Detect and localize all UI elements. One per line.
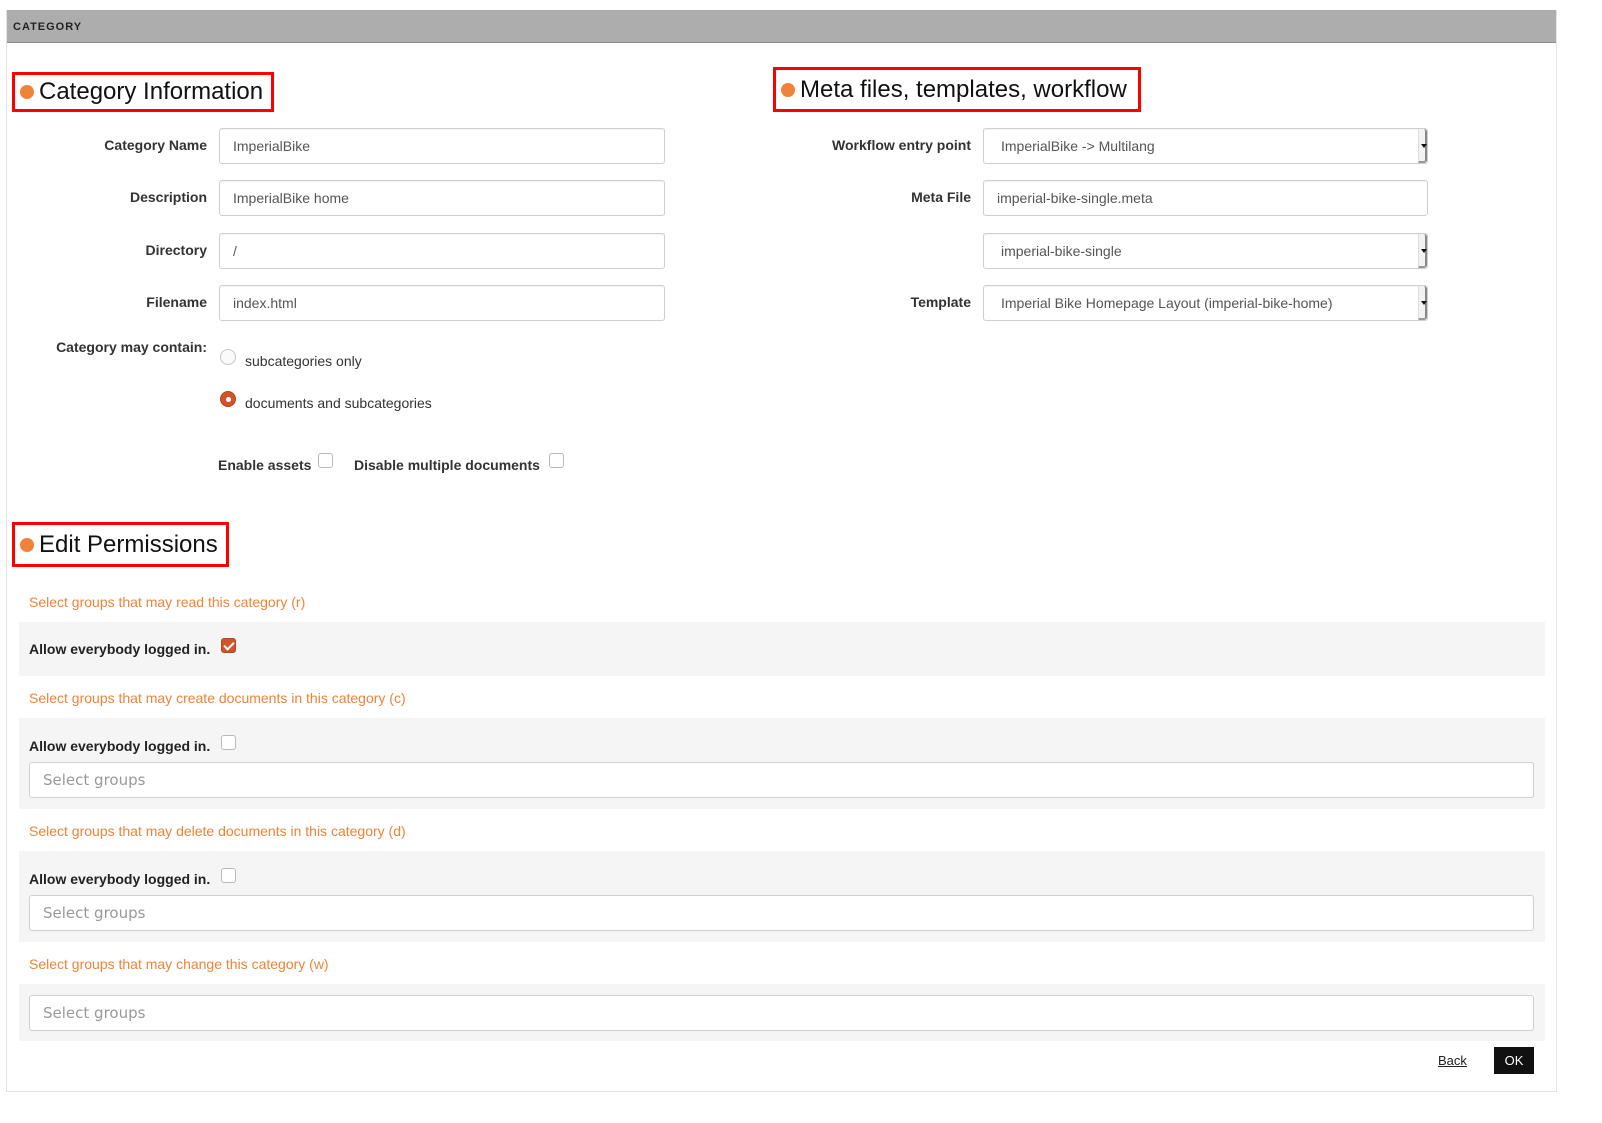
create-permission-box: Allow everybody logged in. Select groups bbox=[19, 718, 1545, 809]
directory-value: / bbox=[233, 243, 237, 259]
change-permission-title: Select groups that may change this categ… bbox=[29, 956, 329, 972]
meta-file-select[interactable]: imperial-bike-single bbox=[983, 233, 1428, 269]
directory-input[interactable]: / bbox=[219, 233, 665, 269]
meta-file-value: imperial-bike-single.meta bbox=[997, 190, 1153, 206]
delete-allow-everybody-checkbox[interactable] bbox=[221, 868, 236, 883]
read-allow-everybody-label: Allow everybody logged in. bbox=[29, 641, 211, 657]
workflow-entry-point-label: Workflow entry point bbox=[832, 137, 971, 153]
workflow-entry-point-select[interactable]: ImperialBike -> Multilang bbox=[983, 128, 1428, 164]
template-select[interactable]: Imperial Bike Homepage Layout (imperial-… bbox=[983, 285, 1428, 321]
category-name-input[interactable]: ImperialBike bbox=[219, 128, 665, 164]
description-value: ImperialBike home bbox=[233, 190, 349, 206]
enable-assets-checkbox[interactable] bbox=[318, 453, 333, 468]
template-value: Imperial Bike Homepage Layout (imperial-… bbox=[1001, 295, 1333, 311]
bullet-icon bbox=[20, 537, 34, 552]
disable-multiple-documents-label: Disable multiple documents bbox=[354, 457, 540, 473]
ok-button[interactable]: OK bbox=[1494, 1047, 1534, 1074]
panel-header: CATEGORY bbox=[7, 10, 1556, 43]
section-title: Meta files, templates, workflow bbox=[800, 75, 1127, 103]
create-select-groups-input[interactable]: Select groups bbox=[29, 762, 1534, 798]
radio-documents-and-subcategories[interactable] bbox=[220, 391, 236, 407]
dropdown-arrow-icon bbox=[1418, 286, 1427, 320]
meta-file-label: Meta File bbox=[911, 189, 971, 205]
category-name-label: Category Name bbox=[104, 137, 207, 153]
change-permission-box: Select groups bbox=[19, 984, 1545, 1041]
section-title: Category Information bbox=[39, 78, 264, 105]
delete-allow-everybody-label: Allow everybody logged in. bbox=[29, 871, 211, 887]
read-permission-box: Allow everybody logged in. bbox=[19, 622, 1545, 676]
panel-title: CATEGORY bbox=[13, 21, 83, 33]
filename-value: index.html bbox=[233, 295, 297, 311]
bullet-icon bbox=[20, 85, 34, 99]
template-label: Template bbox=[910, 294, 971, 310]
read-allow-everybody-checkbox[interactable] bbox=[221, 638, 236, 653]
section-heading-category-information: Category Information bbox=[12, 72, 274, 112]
dropdown-arrow-icon bbox=[1418, 129, 1427, 163]
change-select-groups-input[interactable]: Select groups bbox=[29, 995, 1534, 1031]
read-permission-title: Select groups that may read this categor… bbox=[29, 594, 306, 610]
section-title: Edit Permissions bbox=[39, 530, 218, 558]
disable-multiple-documents-checkbox[interactable] bbox=[549, 453, 564, 468]
directory-label: Directory bbox=[145, 242, 207, 258]
delete-select-groups-placeholder: Select groups bbox=[43, 904, 146, 922]
subcategories-only-label: subcategories only bbox=[245, 353, 362, 369]
meta-file-input[interactable]: imperial-bike-single.meta bbox=[983, 180, 1428, 216]
documents-and-subcategories-label: documents and subcategories bbox=[245, 395, 432, 411]
description-label: Description bbox=[129, 189, 207, 205]
delete-permission-box: Allow everybody logged in. Select groups bbox=[19, 851, 1545, 942]
category-may-contain-label: Category may contain: bbox=[56, 339, 207, 355]
create-allow-everybody-label: Allow everybody logged in. bbox=[29, 738, 211, 754]
section-heading-edit-permissions: Edit Permissions bbox=[12, 522, 229, 567]
bullet-icon bbox=[781, 82, 795, 97]
enable-assets-label: Enable assets bbox=[218, 457, 312, 473]
workflow-entry-point-value: ImperialBike -> Multilang bbox=[1001, 138, 1155, 154]
change-select-groups-placeholder: Select groups bbox=[43, 1004, 146, 1022]
section-heading-meta-files: Meta files, templates, workflow bbox=[773, 67, 1141, 112]
meta-file-select-value: imperial-bike-single bbox=[1001, 243, 1122, 259]
create-select-groups-placeholder: Select groups bbox=[43, 771, 146, 789]
create-permission-title: Select groups that may create documents … bbox=[29, 690, 406, 706]
category-panel: CATEGORY Category Information Category N… bbox=[6, 10, 1557, 1092]
filename-label: Filename bbox=[146, 294, 207, 310]
radio-subcategories-only[interactable] bbox=[220, 349, 236, 365]
filename-input[interactable]: index.html bbox=[219, 285, 665, 321]
dropdown-arrow-icon bbox=[1418, 234, 1427, 268]
description-input[interactable]: ImperialBike home bbox=[219, 180, 665, 216]
back-link[interactable]: Back bbox=[1438, 1053, 1467, 1068]
category-name-value: ImperialBike bbox=[233, 138, 311, 154]
delete-permission-title: Select groups that may delete documents … bbox=[29, 823, 406, 839]
delete-select-groups-input[interactable]: Select groups bbox=[29, 895, 1534, 931]
create-allow-everybody-checkbox[interactable] bbox=[221, 735, 236, 750]
